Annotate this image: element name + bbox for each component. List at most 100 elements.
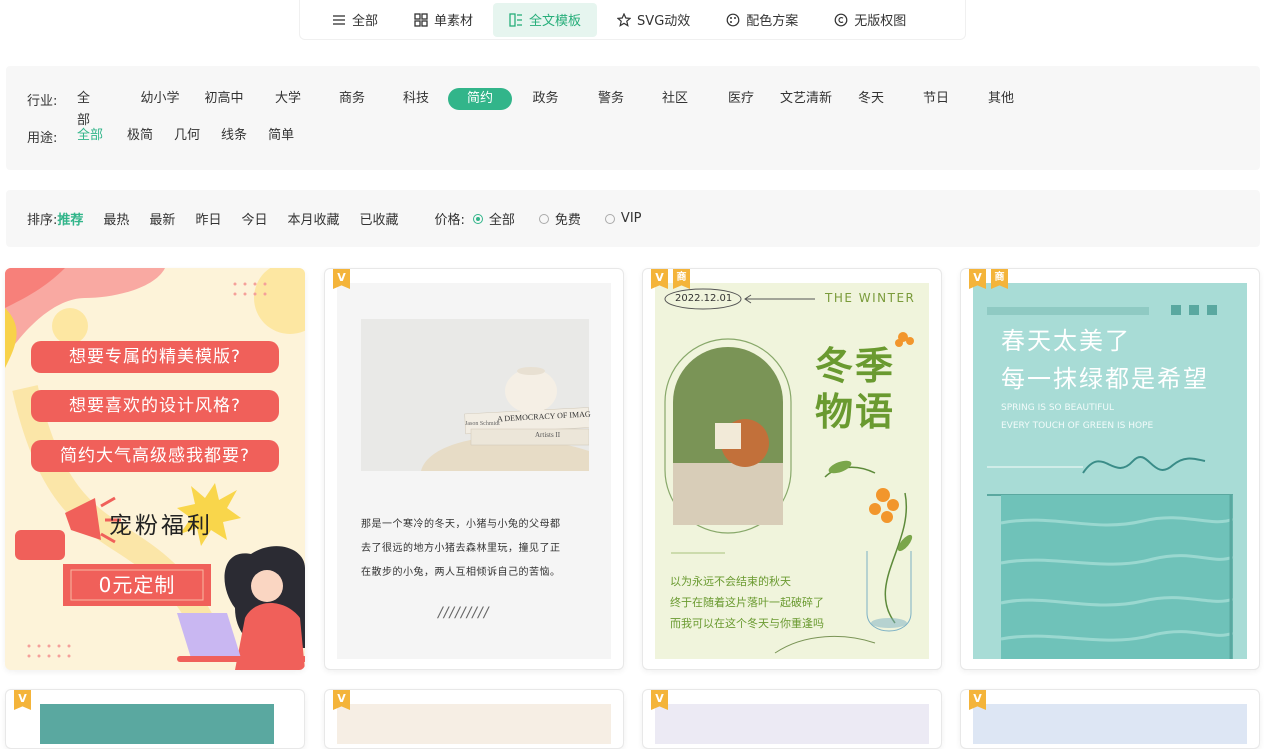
card-body-text: 那是一个寒冷的冬天，小猪与小兔的父母都 去了很远的地方小猪去森林里玩，撞见了正 … (361, 513, 561, 585)
tab-copyright-free[interactable]: 无版权图 (818, 3, 922, 37)
card-title-line: 物语 (815, 390, 896, 434)
industry-item[interactable]: 初高中 (192, 88, 256, 110)
price-label: 价格: (434, 213, 465, 228)
usage-item[interactable]: 线条 (221, 125, 247, 147)
template-card[interactable]: 想要专属的精美模版? 想要喜欢的设计风格? 简约大气高级感我都要? 宠粉福利 0… (5, 268, 305, 670)
card-title: 宠粉福利 (109, 513, 213, 539)
sort-label: 排序: (27, 213, 58, 228)
tab-label: 全部 (352, 14, 379, 29)
sort-item[interactable]: 本月收藏 (287, 209, 339, 228)
copyright-icon (834, 13, 848, 26)
industry-item[interactable]: 医疗 (707, 88, 775, 110)
template-card[interactable]: V 商 2022.12.01 THE WINTER 冬季 物语 以为永远不会结束… (642, 268, 942, 670)
industry-item[interactable]: 警务 (579, 88, 643, 110)
industry-item[interactable]: 冬天 (837, 88, 905, 110)
template-card[interactable]: V (5, 689, 305, 749)
usage-item-selected[interactable]: 全部 (77, 125, 103, 147)
industry-row: 行业: 全部 幼小学 初高中 大学 商务 科技 简约 政务 警务 社区 医疗 文… (27, 88, 1035, 128)
radio-icon (604, 213, 615, 224)
vip-badge-icon: V (14, 690, 31, 710)
card-text-line: 终于在随着这片落叶一起破碎了 (670, 596, 824, 609)
usage-item[interactable]: 几何 (174, 125, 200, 147)
card-bubble-text: 简约大气高级感我都要? (59, 446, 251, 466)
usage-item[interactable]: 简单 (268, 125, 294, 147)
card-title: 冬季 物语 (815, 343, 895, 435)
usage-row: 用途: 全部 极简 几何 线条 简单 (27, 125, 294, 147)
tab-label: 无版权图 (854, 14, 907, 29)
sort-item[interactable]: 已收藏 (359, 209, 398, 228)
sort-item[interactable]: 最新 (149, 209, 175, 228)
industry-item[interactable]: 科技 (384, 88, 448, 110)
price-radio-vip[interactable]: VIP (604, 211, 642, 226)
card-bubble-text: 想要专属的精美模版? (68, 347, 242, 367)
price-radio-all[interactable]: 全部 (472, 209, 515, 228)
industry-item[interactable]: 节日 (905, 88, 967, 110)
tab-label: SVG动效 (637, 14, 691, 29)
tab-label: 单素材 (434, 14, 474, 29)
card-text-line: 在散步的小兔，两人互相倾诉自己的苦恼。 (361, 567, 561, 578)
industry-item[interactable]: 社区 (643, 88, 707, 110)
card-text-line: 去了很远的地方小猪去森林里玩，撞见了正 (361, 543, 561, 554)
radio-label: 免费 (554, 213, 581, 228)
tab-all[interactable]: 全部 (316, 3, 394, 37)
tab-svg-animation[interactable]: SVG动效 (601, 3, 706, 37)
tab-single-material[interactable]: 单素材 (398, 3, 489, 37)
card-subtitle: EVERY TOUCH OF GREEN IS HOPE (1001, 421, 1154, 431)
template-card[interactable]: V 商 春天太美了 每一抹绿都是希望 SPRING IS SO BEAUTIFU… (960, 268, 1260, 670)
card-text-line: 以为永远不会结束的秋天 (670, 575, 791, 588)
card-season: THE WINTER (825, 291, 916, 305)
card-title-line: 冬季 (815, 344, 896, 388)
card-thumbnail (655, 704, 929, 744)
tab-full-template[interactable]: 全文模板 (493, 2, 598, 37)
sort-item[interactable]: 今日 (241, 209, 267, 228)
card-text-line: 那是一个寒冷的冬天，小猪与小兔的父母都 (361, 519, 561, 530)
card-slashes: ///////// (438, 605, 490, 621)
card-title: 春天太美了 (1001, 327, 1131, 355)
card-subtitle: SPRING IS SO BEAUTIFUL (1001, 403, 1115, 413)
industry-item-selected[interactable]: 简约 (448, 88, 512, 110)
template-card[interactable]: V A DEMOCRACY OF IMAG Artists II Jason S… (324, 268, 624, 670)
palette-icon (726, 13, 740, 26)
industry-label: 行业: (27, 93, 58, 109)
industry-item[interactable]: 商务 (320, 88, 384, 110)
radio-icon (472, 213, 483, 224)
industry-item[interactable]: 全部 (77, 88, 101, 128)
industry-item[interactable]: 大学 (256, 88, 320, 110)
card-body-text: 以为永远不会结束的秋天 终于在随着这片落叶一起破碎了 而我可以在这个冬天与你重逢… (670, 571, 824, 634)
card-thumbnail (337, 704, 611, 744)
usage-label: 用途: (27, 130, 58, 146)
star-icon (617, 12, 632, 27)
filter-panel: 行业: 全部 幼小学 初高中 大学 商务 科技 简约 政务 警务 社区 医疗 文… (6, 66, 1260, 170)
template-card[interactable]: V (960, 689, 1260, 749)
grid-icon (414, 12, 428, 27)
book-author: Jason Schmidt (465, 421, 500, 427)
card-bubble-text: 想要喜欢的设计风格? (68, 396, 242, 416)
usage-item[interactable]: 极简 (127, 125, 153, 147)
template-icon (509, 12, 523, 27)
card-thumbnail (973, 704, 1247, 744)
radio-icon (538, 213, 549, 224)
radio-label: 全部 (488, 213, 515, 228)
top-nav: 全部 单素材 全文模板 SVG动效 配色方案 无版权图 (299, 0, 966, 40)
card-title: 每一抹绿都是希望 (1001, 365, 1209, 393)
card-date: 2022.12.01 (675, 293, 733, 304)
card-text-line: 而我可以在这个冬天与你重逢吗 (670, 617, 824, 630)
tab-color-scheme[interactable]: 配色方案 (710, 3, 814, 37)
book-title: Artists II (535, 431, 561, 439)
industry-item[interactable]: 其他 (967, 88, 1035, 110)
card-cta-text: 0元定制 (98, 573, 176, 597)
industry-item[interactable]: 政务 (512, 88, 579, 110)
sort-item[interactable]: 最热 (103, 209, 129, 228)
price-radio-free[interactable]: 免费 (538, 209, 581, 228)
industry-item[interactable]: 幼小学 (128, 88, 192, 110)
sort-item-selected[interactable]: 推荐 (57, 209, 83, 228)
template-card[interactable]: V (324, 689, 624, 749)
card-thumbnail (40, 704, 274, 744)
list-icon (333, 14, 345, 25)
sort-item[interactable]: 昨日 (195, 209, 221, 228)
card-photo (361, 319, 589, 471)
template-card[interactable]: V (642, 689, 942, 749)
industry-item[interactable]: 文艺清新 (775, 88, 837, 110)
tab-label: 配色方案 (746, 14, 799, 29)
sort-bar: 排序: 推荐 最热 最新 昨日 今日 本月收藏 已收藏 价格: 全部 免费 VI… (6, 190, 1260, 247)
